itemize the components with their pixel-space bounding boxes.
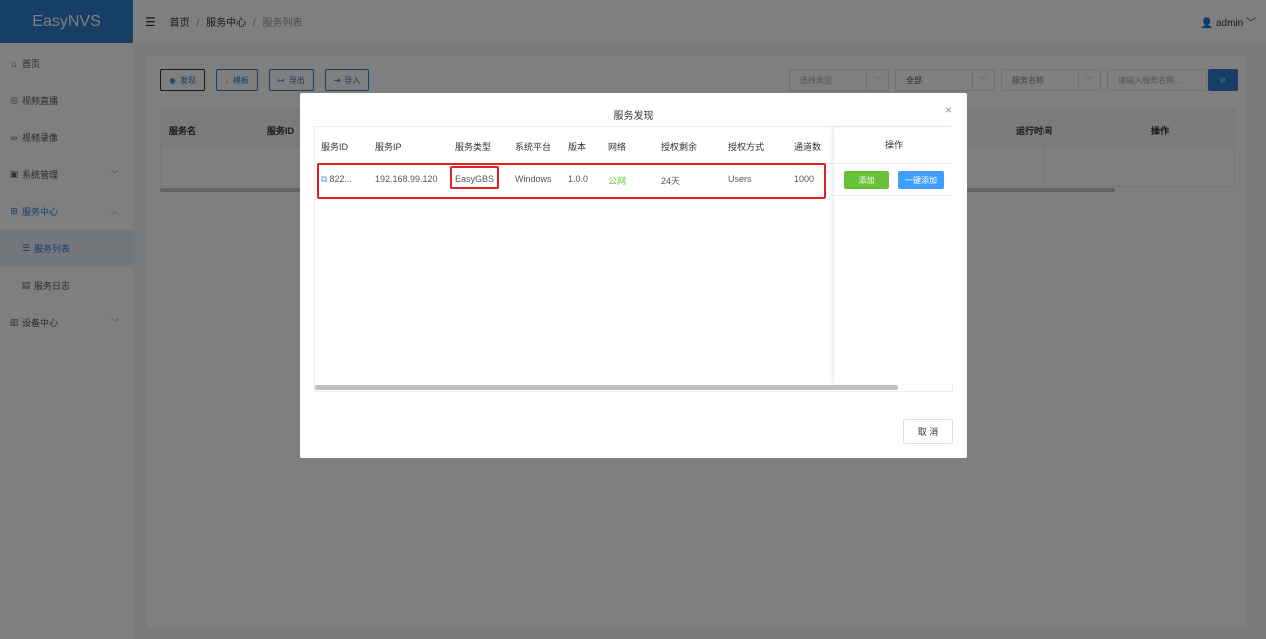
actions-column: 操作 添加 一键添加 [833, 127, 954, 384]
column-header-channels: 通道数 [794, 142, 822, 152]
highlight-row-box [317, 163, 826, 199]
column-header-ip: 服务IP [375, 142, 402, 152]
column-header-network: 网络 [608, 142, 627, 152]
add-button[interactable]: 添加 [844, 171, 889, 189]
column-header-platform: 系统平台 [515, 142, 552, 152]
table-scrollbar[interactable] [315, 385, 898, 390]
column-header-auth-mode: 授权方式 [728, 142, 765, 152]
column-header-remaining: 授权剩余 [661, 142, 698, 152]
column-header-version: 版本 [568, 142, 587, 152]
close-icon[interactable]: × [945, 103, 952, 117]
cancel-button[interactable]: 取 消 [903, 419, 953, 444]
column-header-type: 服务类型 [455, 142, 492, 152]
service-discovery-dialog: 服务发现 × 服务ID 服务IP 服务类型 系统平台 版本 网络 授权剩余 授权… [300, 93, 967, 458]
actions-row: 添加 一键添加 [834, 164, 954, 196]
highlight-cell-box [450, 166, 499, 189]
one-click-add-button[interactable]: 一键添加 [898, 171, 944, 189]
column-header-id: 服务ID [321, 142, 349, 152]
column-header-op: 操作 [834, 127, 954, 164]
dialog-title: 服务发现 [613, 111, 654, 122]
